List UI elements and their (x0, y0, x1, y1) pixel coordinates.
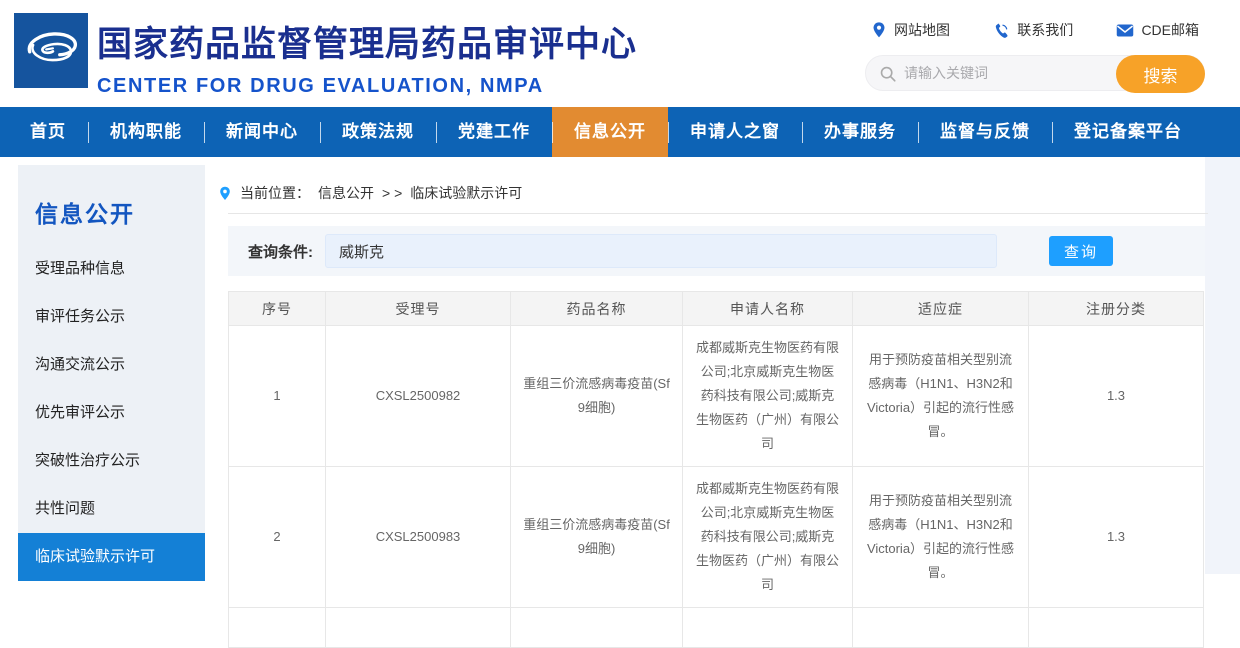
header-right: 网站地图 联系我们 CDE邮箱 请输入关键词 搜索 (865, 20, 1205, 93)
col-header-drug-name: 药品名称 (510, 291, 683, 326)
sitemap-link-label: 网站地图 (894, 22, 950, 38)
contact-link-label: 联系我们 (1017, 22, 1074, 38)
search-icon (879, 65, 897, 88)
site-search-button[interactable]: 搜索 (1116, 55, 1205, 93)
sidebar-menu: 受理品种信息 审评任务公示 沟通交流公示 优先审评公示 突破性治疗公示 共性问题 临床试验默… (18, 245, 205, 581)
cde-logo[interactable] (14, 13, 88, 88)
breadcrumb-pin-icon (218, 185, 232, 202)
sidebar-item-5[interactable]: 突破性治疗公示 (18, 437, 205, 485)
envelope-icon (1116, 23, 1134, 38)
cell-drug-name: 重组三价流感病毒疫苗(Sf9细胞) (510, 324, 683, 468)
query-input[interactable] (325, 234, 997, 268)
cell-acceptance-no: CXSL2500983 (325, 466, 511, 609)
results-table: 序号 受理号 药品名称 申请人名称 适应症 注册分类 1 CXSL2500982… (228, 291, 1204, 648)
nav-item-5[interactable]: 党建工作 (436, 107, 552, 157)
cell-category: 1.3 (1028, 466, 1204, 609)
cell-applicant: 成都威斯克生物医药有限公司;北京威斯克生物医药科技有限公司;威斯克生物医药（广州… (682, 466, 853, 609)
col-header-indication: 适应症 (852, 291, 1029, 326)
breadcrumb: 当前位置： 信息公开 > > 临床试验默示许可 (218, 182, 1208, 204)
cell-indication: 用于预防疫苗相关型别流感病毒（H1N1、H3N2和Victoria）引起的流行性… (852, 324, 1029, 468)
nav-item-3[interactable]: 新闻中心 (204, 107, 320, 157)
nav-item-4[interactable]: 政策法规 (320, 107, 436, 157)
table-row: 1 CXSL2500982 重组三价流感病毒疫苗(Sf9细胞) 成都威斯克生物医… (228, 324, 1204, 468)
sidebar-item-4[interactable]: 优先审评公示 (18, 389, 205, 437)
quick-links: 网站地图 联系我们 CDE邮箱 (865, 20, 1205, 40)
query-bar: 查询条件: 查询 (228, 226, 1205, 276)
phone-icon (993, 22, 1010, 39)
cell-acceptance-no: CXSL2500982 (325, 324, 511, 468)
main-content: 当前位置： 信息公开 > > 临床试验默示许可 查询条件: 查询 序号 受理号 药… (218, 182, 1208, 648)
site-subtitle: CENTER FOR DRUG EVALUATION, NMPA (97, 75, 544, 97)
contact-link[interactable]: 联系我们 (993, 20, 1073, 40)
site-search-bar: 搜索 (865, 55, 1205, 93)
col-header-acceptance-no: 受理号 (325, 291, 511, 326)
query-button[interactable]: 查询 (1049, 236, 1113, 266)
cell-indication: 用于预防疫苗相关型别流感病毒（H1N1、H3N2和Victoria）引起的流行性… (852, 466, 1029, 609)
breadcrumb-current[interactable]: 临床试验默示许可 (410, 183, 522, 203)
sidebar: 信息公开 受理品种信息 审评任务公示 沟通交流公示 优先审评公示 突破性治疗公示 共性问题… (18, 165, 205, 581)
cell-drug-name: 重组三价流感病毒疫苗(Sf9细胞) (510, 466, 683, 609)
site-title-block: 国家药品监督管理局药品审评中心 CENTER FOR DRUG EVALUATI… (97, 16, 637, 98)
cell-seq: 1 (228, 324, 326, 468)
nav-item-10[interactable]: 登记备案平台 (1052, 107, 1204, 157)
sitemap-link[interactable]: 网站地图 (871, 20, 950, 40)
nav-item-9[interactable]: 监督与反馈 (918, 107, 1052, 157)
query-label: 查询条件: (248, 243, 313, 261)
cde-mail-link[interactable]: CDE邮箱 (1116, 20, 1199, 40)
sidebar-title: 信息公开 (35, 201, 135, 227)
cell-applicant: 成都威斯克生物医药有限公司;北京威斯克生物医药科技有限公司;威斯克生物医药（广州… (682, 324, 853, 468)
main-nav: 首页 机构职能 新闻中心 政策法规 党建工作 信息公开 申请人之窗 办事服务 监督与反馈 登记备案… (0, 107, 1240, 157)
table-partial-row (228, 607, 1204, 648)
nav-item-8[interactable]: 办事服务 (802, 107, 918, 157)
sidebar-item-6[interactable]: 共性问题 (18, 485, 205, 533)
nav-item-6[interactable]: 信息公开 (552, 107, 668, 157)
breadcrumb-separator: > > (382, 185, 403, 201)
logo-swirl-icon (20, 17, 82, 84)
sidebar-item-3[interactable]: 沟通交流公示 (18, 341, 205, 389)
site-title: 国家药品监督管理局药品审评中心 (97, 25, 638, 64)
col-header-applicant: 申请人名称 (682, 291, 853, 326)
sidebar-item-1[interactable]: 受理品种信息 (18, 245, 205, 293)
page-right-gutter (1205, 157, 1240, 574)
table-body: 1 CXSL2500982 重组三价流感病毒疫苗(Sf9细胞) 成都威斯克生物医… (228, 324, 1204, 609)
cde-mail-link-label: CDE邮箱 (1141, 22, 1199, 38)
nav-item-7[interactable]: 申请人之窗 (668, 107, 802, 157)
cell-seq: 2 (228, 466, 326, 609)
table-row: 2 CXSL2500983 重组三价流感病毒疫苗(Sf9细胞) 成都威斯克生物医… (228, 466, 1204, 609)
nav-item-1[interactable]: 首页 (8, 107, 88, 157)
col-header-seq: 序号 (228, 291, 326, 326)
breadcrumb-section-link[interactable]: 信息公开 (318, 183, 374, 203)
location-pin-icon (871, 21, 887, 39)
breadcrumb-divider (228, 213, 1208, 214)
site-header: 国家药品监督管理局药品审评中心 CENTER FOR DRUG EVALUATI… (0, 0, 1240, 107)
site-search-input[interactable] (904, 57, 1104, 89)
col-header-category: 注册分类 (1028, 291, 1204, 326)
breadcrumb-prefix: 当前位置： (240, 185, 310, 201)
sidebar-item-2[interactable]: 审评任务公示 (18, 293, 205, 341)
nav-item-2[interactable]: 机构职能 (88, 107, 204, 157)
results-table-head: 序号 受理号 药品名称 申请人名称 适应症 注册分类 (228, 291, 1204, 326)
cell-category: 1.3 (1028, 324, 1204, 468)
